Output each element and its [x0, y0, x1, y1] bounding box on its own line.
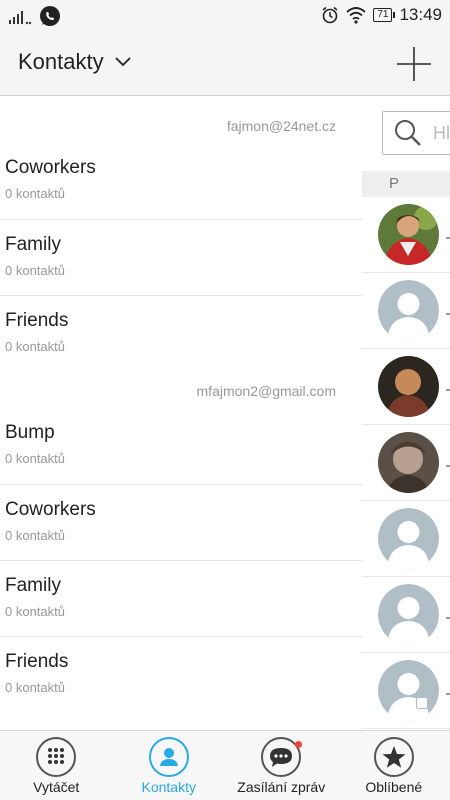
edge-mark: [446, 389, 450, 391]
battery-icon: 71: [373, 8, 396, 22]
avatar: [378, 432, 439, 493]
status-time: 13:49: [399, 5, 442, 24]
group-item-coworkers[interactable]: Coworkers 0 kontaktů: [0, 143, 362, 219]
avatar: [378, 280, 439, 341]
group-item-bump[interactable]: Bump 0 kontaktů: [0, 408, 362, 484]
search-field[interactable]: Hl: [382, 111, 450, 155]
group-item-family[interactable]: Family 0 kontaktů: [0, 220, 362, 296]
group-name: Coworkers: [5, 499, 96, 520]
group-item-coworkers[interactable]: Coworkers 0 kontaktů: [0, 485, 362, 561]
tab-label: Vytáčet: [33, 779, 80, 795]
contact-row[interactable]: [362, 273, 450, 349]
contact-row[interactable]: [362, 197, 450, 273]
notification-dot: [295, 741, 303, 748]
group-count: 0 kontaktů: [5, 339, 65, 354]
search-icon: [395, 120, 421, 146]
edge-mark: [446, 693, 450, 695]
message-icon: [261, 737, 303, 777]
group-item-friends[interactable]: Friends 0 kontaktů: [0, 637, 362, 713]
plus-icon: [397, 47, 431, 81]
add-contact-button[interactable]: [394, 44, 434, 84]
group-count: 0 kontaktů: [5, 451, 65, 466]
tab-contacts[interactable]: Kontakty: [113, 731, 226, 800]
avatar: [378, 356, 439, 417]
edge-mark: [446, 617, 450, 619]
bottom-nav: Vytáčet Kontakty Zasílání zpráv Oblíbené: [0, 730, 450, 800]
person-icon: [148, 737, 189, 777]
status-bar: 71 13:49: [0, 0, 450, 34]
group-item-friends[interactable]: Friends 0 kontaktů: [0, 296, 362, 372]
app-header: Kontakty: [0, 34, 450, 96]
person-placeholder-icon: [378, 660, 439, 721]
contacts-dropdown[interactable]: Kontakty: [18, 49, 132, 75]
edge-mark: [446, 237, 450, 239]
dialpad-icon: [36, 737, 77, 777]
alarm-icon: [322, 6, 338, 24]
group-name: Family: [5, 234, 61, 255]
account-label: fajmon@24net.cz: [226, 118, 336, 134]
person-placeholder-icon: [378, 508, 439, 569]
tab-label: Oblíbené: [365, 779, 423, 795]
person-placeholder-icon: [378, 584, 439, 645]
group-count: 0 kontaktů: [5, 263, 65, 278]
tab-messages[interactable]: Zasílání zpráv: [225, 731, 338, 800]
whatsapp-icon: [40, 6, 60, 26]
group-count: 0 kontaktů: [5, 528, 65, 543]
tab-favorites[interactable]: Oblíbené: [338, 731, 450, 800]
contact-row[interactable]: [362, 577, 450, 653]
group-count: 0 kontaktů: [5, 186, 65, 201]
group-list[interactable]: fajmon@24net.cz Coworkers 0 kontaktů Fam…: [0, 97, 362, 730]
sim-badge-icon: [416, 697, 428, 709]
tab-dialer[interactable]: Vytáčet: [0, 731, 113, 800]
star-icon: [373, 737, 414, 777]
contact-row[interactable]: [362, 349, 450, 425]
group-name: Friends: [5, 651, 69, 672]
avatar: [378, 204, 439, 265]
account-label: mfajmon2@gmail.com: [196, 383, 336, 399]
contact-row[interactable]: [362, 501, 450, 577]
group-count: 0 kontaktů: [5, 604, 65, 619]
group-count: 0 kontaktů: [5, 680, 65, 695]
section-header: P: [362, 171, 450, 197]
chevron-down-icon: [114, 57, 131, 67]
contact-row[interactable]: [362, 653, 450, 729]
contact-row[interactable]: [362, 425, 450, 501]
group-name: Friends: [5, 310, 69, 331]
group-name: Family: [5, 575, 61, 596]
person-placeholder-icon: [378, 280, 439, 341]
avatar: [378, 584, 439, 645]
group-name: Bump: [5, 422, 55, 443]
group-name: Coworkers: [5, 157, 96, 178]
edge-mark: [446, 465, 450, 467]
tab-label: Kontakty: [141, 779, 196, 795]
signal-icon: [9, 11, 32, 25]
contacts-panel[interactable]: Hl P: [362, 97, 450, 730]
section-letter: P: [389, 175, 400, 192]
tab-label: Zasílání zpráv: [237, 779, 326, 795]
edge-mark: [446, 313, 450, 315]
wifi-icon: [346, 7, 366, 24]
search-placeholder: Hl: [433, 123, 450, 143]
avatar: [378, 508, 439, 569]
group-item-family[interactable]: Family 0 kontaktů: [0, 561, 362, 637]
avatar: [378, 660, 439, 721]
page-title: Kontakty: [18, 49, 104, 74]
